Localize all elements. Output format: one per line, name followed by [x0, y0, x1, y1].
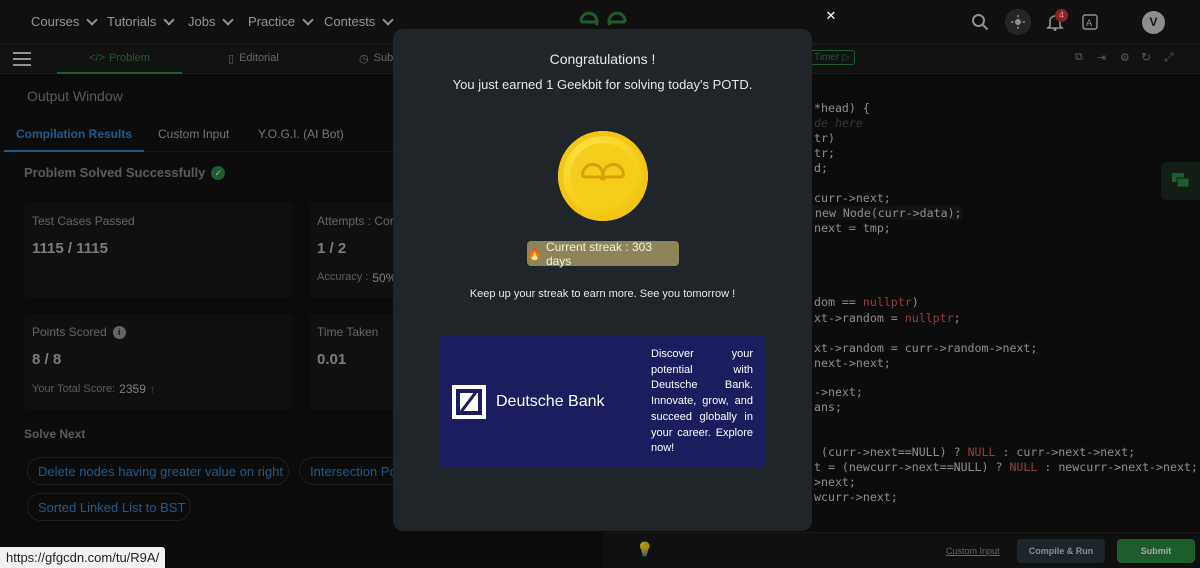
- streak-text: Current streak : 303 days: [545, 239, 653, 268]
- modal-title: Congratulations !: [549, 51, 656, 67]
- gfg-logo-icon: [581, 162, 625, 181]
- sponsor-ad[interactable]: Deutsche Bank Discover your potential wi…: [440, 335, 765, 468]
- ad-brand: Deutsche Bank: [496, 393, 605, 410]
- deutsche-bank-logo-icon: [452, 385, 486, 419]
- congratulations-modal: Congratulations ! You just earned 1 Geek…: [393, 29, 812, 531]
- fire-icon: 🔥: [527, 246, 542, 261]
- close-modal-button[interactable]: ✕: [820, 5, 842, 27]
- modal-subtitle: You just earned 1 Geekbit for solving to…: [452, 77, 753, 92]
- modal-encouragement: Keep up your streak to earn more. See yo…: [469, 288, 736, 300]
- streak-badge: 🔥 Current streak : 303 days: [527, 239, 679, 268]
- status-bar-url: https://gfgcdn.com/tu/R9A/: [0, 547, 166, 568]
- ad-text: Discover your potential with Deutsche Ba…: [651, 348, 753, 455]
- geekbit-coin-icon: [558, 131, 648, 221]
